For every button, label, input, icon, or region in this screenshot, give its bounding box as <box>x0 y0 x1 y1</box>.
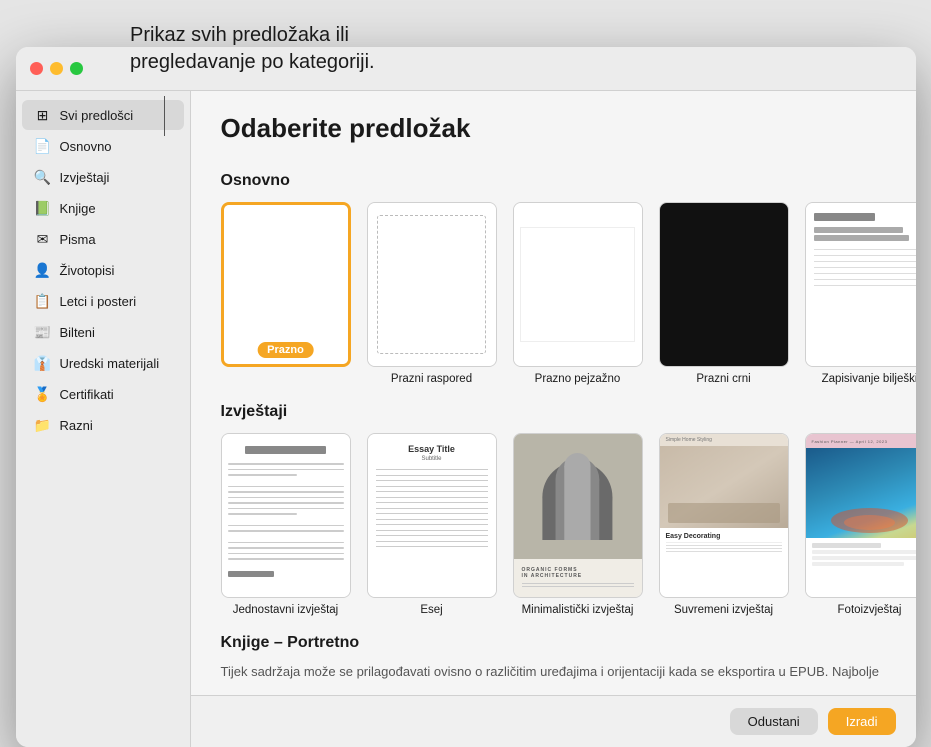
essay-content: Essay Title Subtitle <box>368 434 496 597</box>
main-header: Odaberite predložak <box>191 91 916 154</box>
main-content: Odaberite predložak Osnovno Prazno <box>191 91 916 747</box>
section-basic: Osnovno Prazno <box>221 172 886 385</box>
template-name-essay: Esej <box>420 604 442 616</box>
template-minimal-report[interactable]: ORGANIC FORMSIN ARCHITECTURE Minimalisti… <box>513 433 643 616</box>
sidebar-label-books: Knjige <box>60 201 96 216</box>
tooltip-line2: pregledavanje po kategoriji. <box>130 49 375 76</box>
template-thumb-simple-report <box>221 433 351 598</box>
templates-grid-reports: Jednostavni izvještaj Essay Title Subtit… <box>221 433 886 616</box>
page-title: Odaberite predložak <box>221 113 886 144</box>
template-thumb-blank-landscape <box>513 202 643 367</box>
template-blank-layout[interactable]: Prazni raspored <box>367 202 497 385</box>
selected-badge: Prazno <box>257 342 314 358</box>
certs-icon: 🏅 <box>34 385 52 403</box>
template-thumb-note-taking <box>805 202 916 367</box>
footer: Odustani Izradi <box>191 695 916 747</box>
template-thumb-photo-report: Fashion Planner — April 12, 2023 <box>805 433 916 598</box>
sidebar-label-resumes: Životopisi <box>60 263 115 278</box>
template-modern-report[interactable]: Simple Home Styling <box>659 433 789 616</box>
sidebar-label-newsletters: Bilteni <box>60 325 95 340</box>
minimize-button[interactable] <box>50 62 63 75</box>
books-icon: 📗 <box>34 199 52 217</box>
sidebar-item-reports[interactable]: 🔍 Izvještaji <box>22 162 184 192</box>
sidebar: ⊞ Svi predlošci 📄 Osnovno 🔍 Izvještaji 📗… <box>16 91 191 747</box>
main-body: Osnovno Prazno <box>191 154 916 695</box>
template-name-blank-landscape: Prazno pejzažno <box>535 373 621 385</box>
section-title-books: Knjige – Portretno <box>221 634 886 652</box>
template-name-blank-black: Prazni crni <box>696 373 750 385</box>
newsletters-icon: 📰 <box>34 323 52 341</box>
template-thumb-blank-layout <box>367 202 497 367</box>
sidebar-item-basic[interactable]: 📄 Osnovno <box>22 131 184 161</box>
template-name-minimal-report: Minimalistički izvještaj <box>522 604 634 616</box>
resumes-icon: 👤 <box>34 261 52 279</box>
misc-icon: 📁 <box>34 416 52 434</box>
templates-grid-basic: Prazno Prazni raspored <box>221 202 886 385</box>
sidebar-item-newsletters[interactable]: 📰 Bilteni <box>22 317 184 347</box>
sidebar-label-certs: Certifikati <box>60 387 114 402</box>
sidebar-item-misc[interactable]: 📁 Razni <box>22 410 184 440</box>
sidebar-label-letters: Pisma <box>60 232 96 247</box>
sidebar-item-certs[interactable]: 🏅 Certifikati <box>22 379 184 409</box>
section-subtitle-books: Tijek sadržaja može se prilagođavati ovi… <box>221 664 886 679</box>
template-name-modern-report: Suvremeni izvještaj <box>674 604 773 616</box>
sidebar-item-flyers[interactable]: 📋 Letci i posteri <box>22 286 184 316</box>
all-templates-icon: ⊞ <box>34 106 52 124</box>
letters-icon: ✉ <box>34 230 52 248</box>
template-blank[interactable]: Prazno <box>221 202 351 385</box>
tooltip-line1: Prikaz svih predložaka ili <box>130 22 375 49</box>
sidebar-item-letters[interactable]: ✉ Pisma <box>22 224 184 254</box>
template-thumb-modern-report: Simple Home Styling <box>659 433 789 598</box>
template-thumb-blank-black <box>659 202 789 367</box>
blank-white-content <box>224 205 348 364</box>
maximize-button[interactable] <box>70 62 83 75</box>
template-thumb-essay: Essay Title Subtitle <box>367 433 497 598</box>
template-name-note-taking: Zapisivanje bilješki <box>822 373 916 385</box>
reports-icon: 🔍 <box>34 168 52 186</box>
simple-report-content <box>222 434 350 597</box>
section-title-basic: Osnovno <box>221 172 886 190</box>
template-blank-black[interactable]: Prazni crni <box>659 202 789 385</box>
traffic-lights <box>30 62 83 75</box>
sidebar-item-all[interactable]: ⊞ Svi predlošci <box>22 100 184 130</box>
template-simple-report[interactable]: Jednostavni izvještaj <box>221 433 351 616</box>
sidebar-item-resumes[interactable]: 👤 Životopisi <box>22 255 184 285</box>
section-books: Knjige – Portretno Tijek sadržaja može s… <box>221 634 886 679</box>
basic-icon: 📄 <box>34 137 52 155</box>
template-blank-landscape[interactable]: Prazno pejzažno <box>513 202 643 385</box>
sidebar-label-misc: Razni <box>60 418 93 433</box>
flyers-icon: 📋 <box>34 292 52 310</box>
close-button[interactable] <box>30 62 43 75</box>
sidebar-item-office[interactable]: 👔 Uredski materijali <box>22 348 184 378</box>
sidebar-label-basic: Osnovno <box>60 139 112 154</box>
template-name-simple-report: Jednostavni izvještaj <box>233 604 338 616</box>
office-icon: 👔 <box>34 354 52 372</box>
sidebar-label-flyers: Letci i posteri <box>60 294 137 309</box>
template-name-blank-layout: Prazni raspored <box>391 373 472 385</box>
template-thumb-minimal-report: ORGANIC FORMSIN ARCHITECTURE <box>513 433 643 598</box>
minimal-report-content: ORGANIC FORMSIN ARCHITECTURE <box>514 434 642 597</box>
sidebar-label-all: Svi predlošci <box>60 108 134 123</box>
section-title-reports: Izvještaji <box>221 403 886 421</box>
template-thumb-blank: Prazno <box>221 202 351 367</box>
section-reports: Izvještaji <box>221 403 886 616</box>
cancel-button[interactable]: Odustani <box>730 708 818 735</box>
template-photo-report[interactable]: Fashion Planner — April 12, 2023 <box>805 433 916 616</box>
sidebar-label-office: Uredski materijali <box>60 356 160 371</box>
sidebar-label-reports: Izvještaji <box>60 170 110 185</box>
sidebar-item-books[interactable]: 📗 Knjige <box>22 193 184 223</box>
create-button[interactable]: Izradi <box>828 708 896 735</box>
template-note-taking[interactable]: Zapisivanje bilješki <box>805 202 916 385</box>
template-essay[interactable]: Essay Title Subtitle <box>367 433 497 616</box>
template-name-photo-report: Fotoizvještaj <box>838 604 902 616</box>
